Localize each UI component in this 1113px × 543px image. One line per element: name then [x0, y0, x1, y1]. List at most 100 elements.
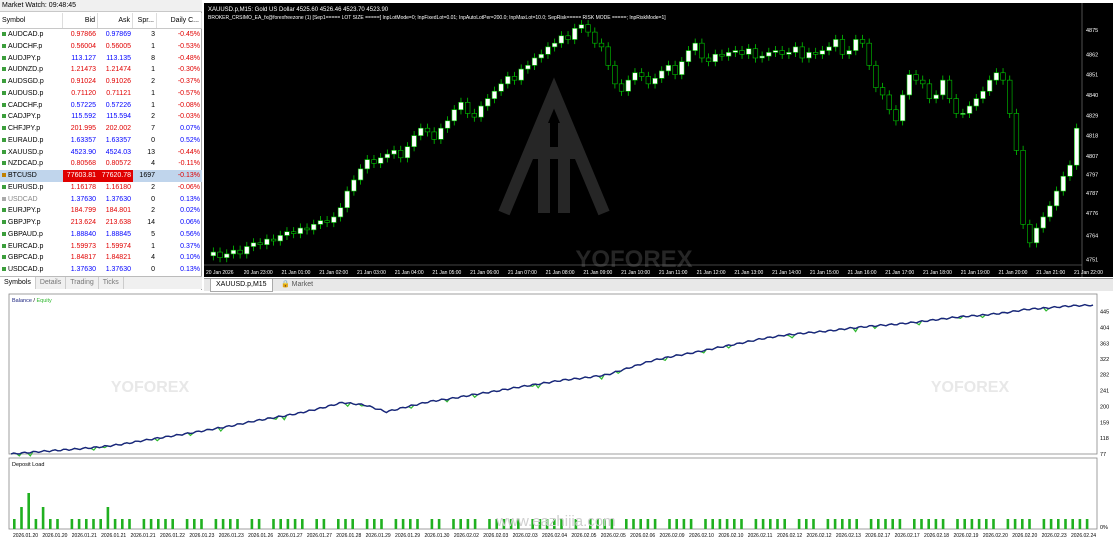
deposit-load-bar	[992, 519, 995, 529]
market-watch-row[interactable]: AUDNZD.p 1.21473 1.21474 1 -0.30%	[0, 64, 202, 76]
deposit-load-bar	[833, 519, 837, 529]
deposit-load-bar	[337, 519, 340, 529]
spread-cell: 2	[151, 78, 155, 85]
date-tick-label: 2026.01.22	[160, 533, 185, 539]
market-watch-row[interactable]: NZDCAD.p 0.80568 0.80572 4 -0.11%	[0, 158, 202, 170]
tab-ticks[interactable]: Ticks	[99, 277, 124, 289]
bid-cell: 4523.90	[70, 148, 96, 156]
market-watch-row[interactable]: AUDCHF.p 0.56004 0.56005 1 -0.53%	[0, 41, 202, 53]
tab-trading[interactable]: Trading	[66, 277, 99, 289]
deposit-load-bar	[221, 519, 225, 529]
date-tick-label: 2026.01.21	[101, 533, 126, 539]
time-tick-label: 21 Jan 11:00	[659, 270, 688, 276]
time-tick-label: 21 Jan 16:00	[848, 270, 877, 276]
symbol-name: CADJPY.p	[8, 113, 41, 121]
tab-details[interactable]: Details	[36, 277, 67, 289]
market-watch-row[interactable]: EURJPY.p 184.799 184.801 2 0.02%	[0, 205, 202, 217]
symbol-status-icon	[2, 32, 6, 37]
col-ask[interactable]: Ask	[98, 13, 133, 28]
deposit-load-bar	[941, 519, 945, 529]
market-watch-row[interactable]: AUDSGD.p 0.91024 0.91026 2 -0.37%	[0, 76, 202, 88]
market-watch-row[interactable]: AUDUSD.p 0.71120 0.71121 1 -0.57%	[0, 88, 202, 100]
strategy-tester-graph: YOFOREX YOFOREX 77 118 159 200 241 282 322 363 404…	[0, 292, 1113, 541]
col-daily-change[interactable]: Daily C...	[157, 13, 202, 28]
price-chart-canvas[interactable]: YOFOREX XAUUSD.p,M15: Gold US Dollar 4525…	[204, 3, 1113, 277]
time-tick-label: 21 Jan 06:00	[470, 270, 499, 276]
deposit-load-bar	[668, 519, 671, 529]
market-watch-row[interactable]: GBPCAD.p 1.84817 1.84821 4 0.10%	[0, 252, 202, 264]
candle-body	[632, 72, 638, 81]
deposit-load-bar	[315, 519, 318, 529]
bid-cell: 77603.81	[63, 170, 98, 182]
tab-xauusd-m15[interactable]: XAUUSD.p,M15	[210, 279, 273, 292]
candle-body	[1067, 164, 1073, 177]
deposit-load-bar	[920, 519, 923, 529]
tab-symbols[interactable]: Symbols	[0, 277, 36, 289]
market-watch-row[interactable]: XAUUSD.p 4523.90 4524.03 13 -0.44%	[0, 147, 202, 159]
date-tick-label: 2026.01.27	[307, 533, 332, 539]
candle-body	[378, 157, 384, 164]
deposit-load-bar	[99, 519, 102, 529]
market-watch-row[interactable]: EURUSD.p 1.16178 1.16180 2 -0.06%	[0, 182, 202, 194]
candle-body	[699, 42, 705, 59]
symbol-name: AUDJPY.p	[8, 54, 41, 62]
balance-tick-label: 77	[1100, 452, 1106, 458]
candle-body	[1013, 113, 1020, 151]
candle-body	[291, 231, 297, 234]
spread-cell: 13	[147, 148, 155, 156]
market-watch-row[interactable]: AUDCAD.p 0.97866 0.97869 3 -0.45%	[0, 29, 202, 41]
ask-cell: 4524.03	[105, 148, 131, 156]
deposit-load-bar	[956, 519, 959, 529]
chart-tabs: XAUUSD.p,M15 🔒 Market	[204, 278, 1113, 292]
market-watch-row[interactable]: CADCHF.p 0.57225 0.57226 1 -0.08%	[0, 100, 202, 112]
market-watch-row[interactable]: CHFJPY.p 201.995 202.002 7 0.07%	[0, 123, 202, 135]
bid-cell: 113.127	[71, 54, 96, 62]
symbol-name: EURUSD.p	[8, 183, 44, 191]
col-spread[interactable]: Spr...	[133, 13, 157, 28]
candle-body	[886, 94, 892, 111]
deposit-load-bar	[351, 519, 354, 529]
market-watch-row[interactable]: EURAUD.p 1.63357 1.63357 0 0.52%	[0, 135, 202, 147]
market-watch-row[interactable]: USDCAD 1.37630 1.37630 0 0.13%	[0, 194, 202, 206]
market-watch-row[interactable]: BTCUSD 77603.81 77620.78 1697 -0.13%	[0, 170, 202, 182]
symbol-name: BTCUSD	[8, 172, 37, 179]
deposit-load-bar	[776, 519, 779, 529]
candle-body	[311, 224, 317, 231]
spread-cell: 2	[151, 183, 155, 191]
change-cell: 0.07%	[180, 125, 200, 132]
candle-body	[538, 53, 544, 59]
col-bid[interactable]: Bid	[63, 13, 98, 28]
market-watch-row[interactable]: GBPAUD.p 1.88840 1.88845 5 0.56%	[0, 229, 202, 241]
market-watch-row[interactable]: EURCAD.p 1.59973 1.59974 1 0.37%	[0, 241, 202, 253]
price-tick-label: 4840	[1086, 93, 1098, 99]
bid-cell: 0.71120	[71, 89, 96, 97]
deposit-load-bar	[214, 519, 218, 529]
change-cell: 0.52%	[180, 136, 200, 144]
deposit-load-bar	[193, 519, 196, 529]
candle-body	[572, 28, 578, 40]
balance-tick-label: 118	[1100, 436, 1109, 442]
candle-body	[652, 78, 658, 85]
symbol-cell: EURAUD.p	[0, 135, 63, 147]
change-cell: -0.13%	[177, 172, 200, 179]
market-watch-row[interactable]: AUDJPY.p 113.127 113.135 8 -0.48%	[0, 53, 202, 65]
deposit-load-bar	[855, 519, 858, 529]
market-watch-rows: AUDCAD.p 0.97866 0.97869 3 -0.45% AUDCHF.p 0.5…	[0, 29, 202, 276]
market-watch-row[interactable]: CADJPY.p 115.592 115.594 2 -0.03%	[0, 111, 202, 123]
candle-body	[826, 46, 832, 51]
deposit-load-bar	[229, 519, 232, 529]
col-symbol[interactable]: Symbol	[0, 13, 63, 28]
candle-body	[639, 72, 645, 77]
candle-body	[906, 74, 912, 96]
market-watch-row[interactable]: USDCAD.p 1.37630 1.37630 0 0.13%	[0, 264, 202, 276]
tab-market[interactable]: 🔒 Market	[276, 279, 318, 291]
ask-cell: 1.16180	[105, 183, 131, 191]
price-chart[interactable]: YOFOREX XAUUSD.p,M15: Gold US Dollar 4525…	[204, 3, 1113, 277]
bid-cell: 0.56004	[70, 42, 96, 50]
symbol-cell: AUDJPY.p	[0, 53, 63, 65]
legend-balance: Balance	[12, 298, 32, 304]
ask-cell: 1.84821	[105, 254, 131, 262]
symbol-cell: AUDCAD.p	[0, 29, 63, 41]
deposit-load-bar	[1071, 519, 1074, 529]
market-watch-row[interactable]: GBPJPY.p 213.624 213.638 14 0.06%	[0, 217, 202, 229]
